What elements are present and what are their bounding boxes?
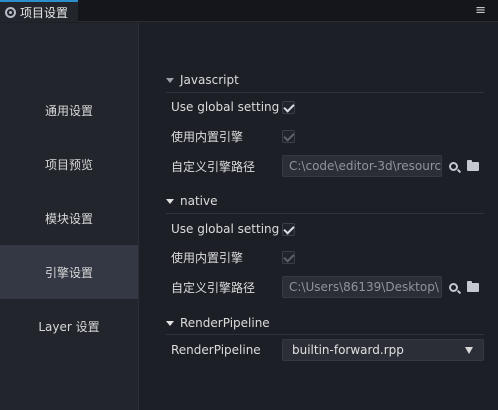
settings-gear-icon: [5, 6, 16, 18]
js-custom-path-field[interactable]: C:\code\editor-3d\resources\3d\engine: [282, 155, 442, 177]
section-divider: [166, 213, 484, 214]
native-builtin-engine-checkbox[interactable]: [282, 251, 295, 264]
render-pipeline-select[interactable]: builtin-forward.rpp: [282, 339, 484, 361]
native-browse-folder-button[interactable]: [463, 276, 483, 298]
caret-down-icon: [166, 320, 174, 326]
section-header-javascript[interactable]: Javascript: [166, 71, 239, 89]
section-title: RenderPipeline: [180, 316, 270, 330]
native-custom-path-field[interactable]: C:\Users\86139\Desktop\: [282, 276, 442, 298]
js-custom-path-label: 自定义引擎路径: [171, 159, 256, 174]
caret-down-icon: [166, 198, 174, 204]
section-title: Javascript: [180, 73, 239, 87]
sidebar-item-label: 通用设置: [44, 103, 93, 118]
native-builtin-engine-label: 使用内置引擎: [171, 250, 244, 265]
js-builtin-engine-checkbox[interactable]: [282, 130, 295, 143]
sidebar-item-engine[interactable]: 引擎设置: [0, 245, 138, 299]
section-header-render-pipeline[interactable]: RenderPipeline: [166, 314, 270, 332]
native-use-global-label: Use global setting: [171, 222, 280, 236]
native-custom-path-label: 自定义引擎路径: [171, 280, 256, 295]
js-use-global-checkbox[interactable]: [282, 101, 295, 114]
dropdown-arrow-icon: [465, 347, 473, 354]
folder-icon: [467, 280, 479, 292]
section-divider: [166, 92, 484, 93]
sidebar-item-label: Layer 设置: [38, 319, 100, 334]
native-reveal-path-button[interactable]: [443, 276, 463, 298]
caret-down-icon: [166, 77, 174, 83]
folder-icon: [467, 159, 479, 171]
title-bar: 项目设置 ≡: [0, 0, 498, 22]
hamburger-menu-icon[interactable]: ≡: [475, 3, 486, 19]
tab-title: 项目设置: [20, 5, 69, 20]
render-pipeline-value: builtin-forward.rpp: [292, 343, 404, 357]
js-builtin-engine-label: 使用内置引擎: [171, 129, 244, 144]
sidebar-item-layer[interactable]: Layer 设置: [0, 299, 138, 353]
tab-project-settings[interactable]: 项目设置: [0, 0, 78, 22]
js-reveal-path-button[interactable]: [443, 155, 463, 177]
sidebar-item-label: 引擎设置: [44, 265, 93, 280]
magnifier-icon: [448, 282, 458, 292]
native-use-global-checkbox[interactable]: [282, 223, 295, 236]
render-pipeline-label: RenderPipeline: [171, 343, 261, 357]
sidebar-item-preview[interactable]: 项目预览: [0, 137, 138, 191]
sidebar-item-label: 项目预览: [44, 157, 93, 172]
section-title: native: [180, 194, 218, 208]
sidebar-item-label: 模块设置: [44, 211, 93, 226]
js-use-global-label: Use global setting: [171, 100, 280, 114]
section-divider: [166, 334, 484, 335]
sidebar-item-general[interactable]: 通用设置: [0, 83, 138, 137]
magnifier-icon: [448, 161, 458, 171]
sidebar: 通用设置 项目预览 模块设置 引擎设置 Layer 设置: [0, 23, 139, 410]
engine-settings-panel: Javascript Use global setting 使用内置引擎 自定义…: [140, 23, 498, 410]
js-browse-folder-button[interactable]: [463, 155, 483, 177]
section-header-native[interactable]: native: [166, 192, 217, 210]
sidebar-item-modules[interactable]: 模块设置: [0, 191, 138, 245]
